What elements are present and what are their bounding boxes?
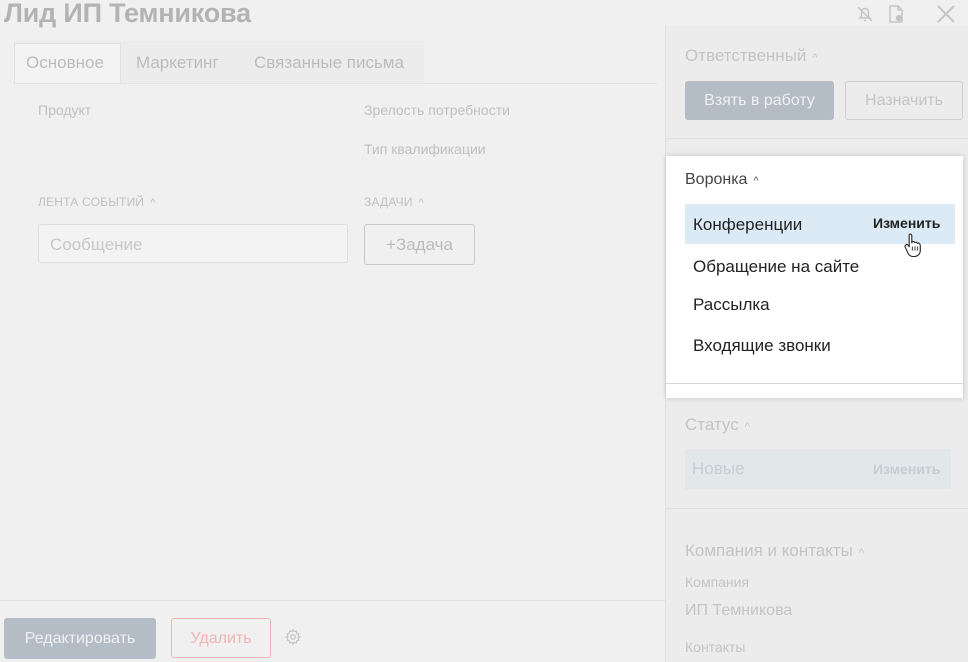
events-section-header[interactable]: ЛЕНТА СОБЫТИЙ ^ [38, 195, 156, 209]
contacts-label: Контакты [685, 639, 746, 655]
gear-icon[interactable] [284, 628, 302, 646]
bell-off-icon[interactable] [853, 2, 877, 26]
status-header[interactable]: Статус ^ [685, 415, 750, 435]
tabs-divider [14, 83, 657, 84]
funnel-dropdown [666, 156, 963, 398]
page-title: Лид ИП Темникова [4, 0, 251, 28]
message-input[interactable]: Сообщение [38, 224, 348, 263]
tab-main[interactable]: Основное [26, 53, 104, 73]
chevron-up-icon: ^ [744, 421, 750, 433]
sidebar-divider [665, 138, 968, 139]
responsible-header[interactable]: Ответственный ^ [685, 46, 818, 66]
close-icon[interactable] [934, 2, 958, 26]
footer-divider [0, 600, 665, 601]
chevron-up-icon: ^ [753, 175, 759, 187]
funnel-header[interactable]: Воронка ^ [685, 171, 759, 189]
status-change-button[interactable]: Изменить [873, 461, 940, 477]
funnel-item-incoming-calls[interactable]: Входящие звонки [693, 336, 831, 356]
company-header[interactable]: Компания и контакты ^ [685, 541, 864, 561]
qualification-type-label: Тип квалификации [364, 141, 486, 157]
chevron-up-icon: ^ [418, 197, 425, 209]
delete-button[interactable]: Удалить [171, 618, 271, 658]
events-section-label: ЛЕНТА СОБЫТИЙ [38, 195, 145, 209]
chevron-up-icon: ^ [812, 52, 818, 64]
responsible-label: Ответственный [685, 46, 807, 65]
edit-button[interactable]: Редактировать [4, 618, 156, 659]
funnel-dropdown-divider [666, 383, 963, 384]
hand-cursor-icon [903, 232, 925, 258]
product-label: Продукт [38, 102, 92, 118]
funnel-item-conferences[interactable]: Конференции [693, 215, 802, 235]
tasks-section-label: ЗАДАЧИ [364, 195, 413, 209]
funnel-item-mailing[interactable]: Рассылка [693, 295, 770, 315]
funnel-change-button[interactable]: Изменить [873, 215, 940, 231]
document-icon[interactable] [884, 2, 908, 26]
sidebar-divider [665, 508, 968, 509]
funnel-label: Воронка [685, 171, 748, 188]
tab-related-emails[interactable]: Связанные письма [254, 53, 404, 73]
company-contacts-label: Компания и контакты [685, 541, 853, 560]
tasks-section-header[interactable]: ЗАДАЧИ ^ [364, 195, 424, 209]
status-value: Новые [692, 459, 745, 478]
maturity-label: Зрелость потребности [364, 102, 510, 118]
funnel-item-website[interactable]: Обращение на сайте [693, 257, 859, 277]
assign-button[interactable]: Назначить [845, 81, 963, 120]
status-label: Статус [685, 415, 739, 434]
company-label: Компания [685, 574, 750, 590]
chevron-up-icon: ^ [150, 197, 156, 209]
take-to-work-button[interactable]: Взять в работу [685, 81, 834, 120]
add-task-button[interactable]: +Задача [364, 224, 475, 265]
chevron-up-icon: ^ [858, 547, 865, 559]
company-value[interactable]: ИП Темникова [685, 602, 792, 620]
tab-marketing[interactable]: Маркетинг [136, 53, 219, 73]
